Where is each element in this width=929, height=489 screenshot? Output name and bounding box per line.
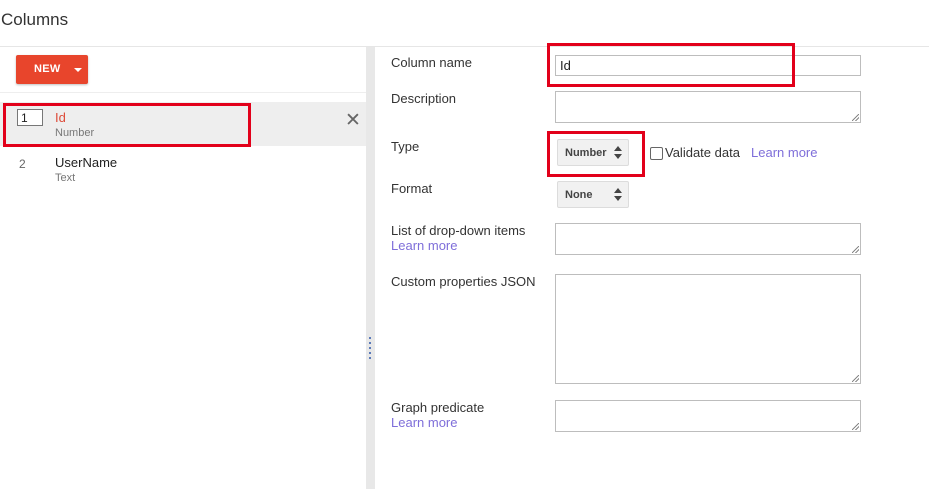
column-name: UserName [55,155,118,170]
type-select[interactable]: Number [557,139,629,166]
columns-list-panel: NEW 1 Id Number ✕ 2 UserName Text [0,47,366,489]
description-textarea[interactable] [555,91,861,123]
column-name-input[interactable]: Id [555,55,861,76]
validate-data-checkbox[interactable] [650,147,663,160]
custom-json-textarea[interactable] [555,274,861,384]
resize-grip-icon[interactable] [852,375,859,382]
column-name-label: Column name [391,55,472,70]
format-select[interactable]: None [557,181,629,208]
description-label: Description [391,91,457,106]
type-select-value: Number [565,147,607,159]
column-row-id[interactable]: 1 Id Number ✕ [0,102,366,146]
new-button-label: NEW [34,63,61,75]
resize-grip-icon[interactable] [852,114,859,121]
new-column-button[interactable]: NEW [16,55,88,84]
column-order-input[interactable]: 1 [17,109,43,126]
dropdown-items-label: List of drop-down items [391,223,526,238]
validate-data-label[interactable]: Validate data [665,145,740,160]
dropdown-items-textarea[interactable] [555,223,861,255]
resize-grip-icon[interactable] [852,423,859,430]
column-row-username[interactable]: 2 UserName Text [0,147,366,191]
dropdown-items-learn-more-link[interactable]: Learn more [391,238,457,253]
column-order: 2 [19,157,26,171]
page-title: Columns [1,10,69,29]
close-icon[interactable]: ✕ [345,111,361,130]
graph-predicate-label: Graph predicate [391,400,485,415]
column-type: Text [55,172,76,184]
graph-predicate-learn-more-link[interactable]: Learn more [391,415,457,430]
column-name: Id [55,110,66,125]
list-divider [0,92,366,93]
graph-predicate-textarea[interactable] [555,400,861,432]
resize-grip-icon[interactable] [852,246,859,253]
format-label: Format [391,181,433,196]
type-label: Type [391,139,420,154]
type-learn-more-link[interactable]: Learn more [751,145,817,160]
select-arrows-icon [614,146,622,160]
custom-json-label: Custom properties JSON [391,274,536,289]
column-type: Number [55,127,95,139]
chevron-down-icon[interactable] [74,68,82,72]
drag-handle-icon[interactable] [369,337,371,361]
select-arrows-icon [614,188,622,202]
panel-splitter[interactable] [366,47,375,489]
format-select-value: None [565,189,593,201]
